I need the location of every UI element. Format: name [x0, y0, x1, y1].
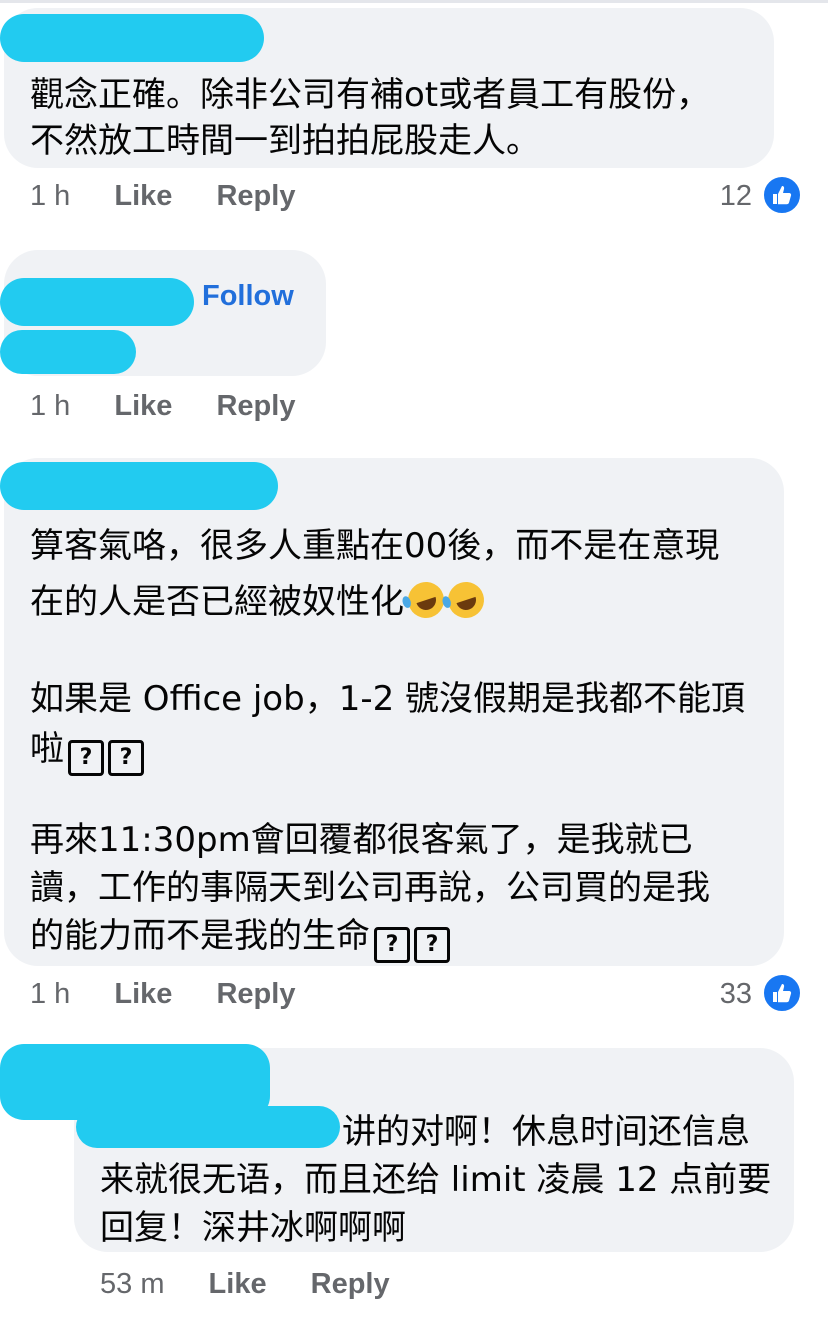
- reply-button[interactable]: Reply: [216, 390, 295, 422]
- comment-3-line: 在的人是否已經被奴性化: [30, 582, 404, 622]
- comment-time: 1 h: [30, 180, 71, 212]
- comment-3-line: 讀，工作的事隔天到公司再說，公司買的是我: [30, 868, 710, 908]
- comment-time: 53 m: [100, 1268, 165, 1300]
- comment-1-meta: 1 h Like Reply: [30, 180, 295, 213]
- comment-3-line: 啦: [30, 729, 64, 769]
- comment-3-line: 如果是 Office job，1-2 號沒假期是我都不能頂: [30, 679, 746, 719]
- follow-button[interactable]: Follow: [202, 280, 294, 313]
- missing-glyph-icon: ?: [414, 927, 450, 963]
- comment-4-meta: 53 m Like Reply: [100, 1268, 390, 1301]
- redacted-author-name: [0, 278, 194, 326]
- reaction-count[interactable]: 33: [700, 978, 752, 1011]
- like-button[interactable]: Like: [114, 390, 172, 422]
- reply-button[interactable]: Reply: [311, 1268, 390, 1300]
- like-button[interactable]: Like: [114, 978, 172, 1010]
- reply-button[interactable]: Reply: [216, 978, 295, 1010]
- top-divider: [0, 0, 828, 3]
- missing-glyph-icon: ?: [68, 740, 104, 776]
- comment-time: 1 h: [30, 978, 71, 1010]
- like-button[interactable]: Like: [209, 1268, 267, 1300]
- comment-3-paragraph-3: 再來11:30pm會回覆都很客氣了，是我就已 讀，工作的事隔天到公司再說，公司買的…: [30, 816, 710, 963]
- comment-4-line: 来就很无语，而且还给 limit 凌晨 12 点前要: [100, 1160, 772, 1200]
- comment-4-line: 回复！深井冰啊啊啊: [100, 1208, 406, 1248]
- comment-1-text: 觀念正確。除非公司有補ot或者員工有股份， 不然放工時間一到拍拍屁股走人。: [30, 72, 710, 164]
- comment-1-line-2: 不然放工時間一到拍拍屁股走人。: [30, 121, 540, 161]
- comment-3-paragraph-1: 算客氣咯，很多人重點在00後，而不是在意現 在的人是否已經被奴性化: [30, 518, 719, 630]
- missing-glyph-icon: ?: [374, 927, 410, 963]
- comment-time: 1 h: [30, 390, 71, 422]
- comment-3-line: 的能力而不是我的生命: [30, 916, 370, 956]
- missing-glyph-icon: ?: [108, 740, 144, 776]
- redacted-author-name: [0, 14, 264, 62]
- comment-3-paragraph-2: 如果是 Office job，1-2 號沒假期是我都不能頂啦??: [30, 674, 745, 776]
- like-reaction-icon: [761, 174, 803, 216]
- comment-4-line: 讲的对啊！休息时间还信息: [342, 1112, 750, 1152]
- reply-button[interactable]: Reply: [216, 180, 295, 212]
- comment-4-text: 讲的对啊！休息时间还信息来就很无语，而且还给 limit 凌晨 12 点前要 回复…: [100, 1108, 771, 1252]
- comment-3-line: 算客氣咯，很多人重點在00後，而不是在意現: [30, 526, 720, 566]
- like-button[interactable]: Like: [114, 180, 172, 212]
- reaction-count[interactable]: 12: [700, 180, 752, 213]
- redacted-author-name-line-2: [0, 330, 136, 374]
- comment-1-line-1: 觀念正確。除非公司有補ot或者員工有股份，: [30, 75, 711, 115]
- like-reaction-icon: [761, 972, 803, 1014]
- laughing-emoji-icon: [443, 577, 489, 623]
- comment-3-meta: 1 h Like Reply: [30, 978, 295, 1011]
- comment-3-line: 再來11:30pm會回覆都很客氣了，是我就已: [30, 820, 693, 860]
- comment-2-meta: 1 h Like Reply: [30, 390, 295, 423]
- redacted-author-name: [0, 462, 278, 510]
